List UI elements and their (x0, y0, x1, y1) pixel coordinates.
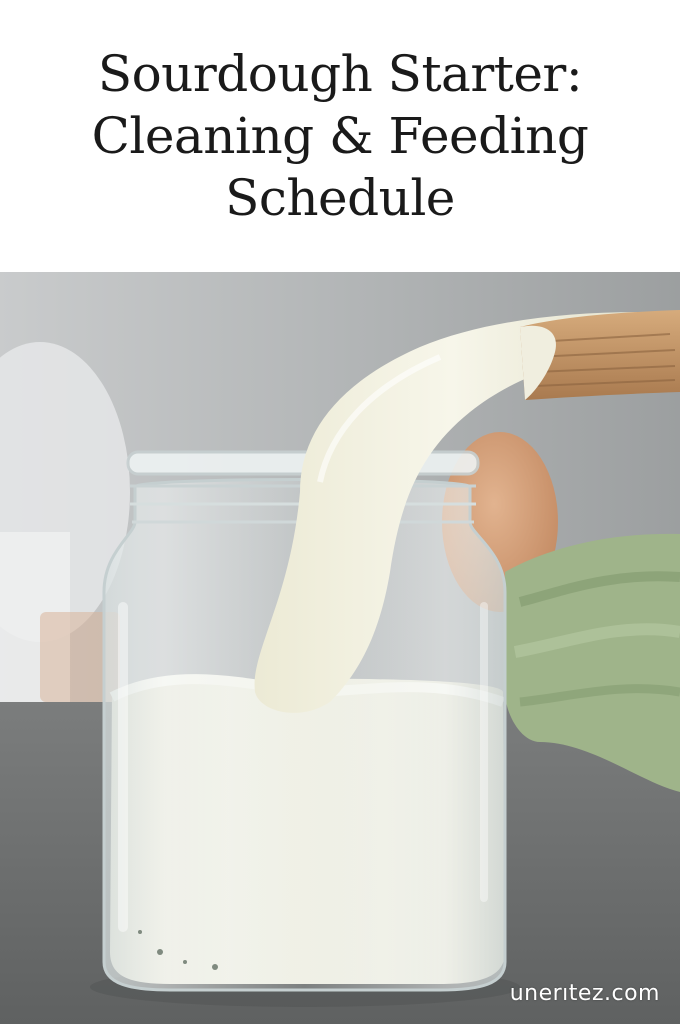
watermark: unerıtez.com (509, 981, 660, 1006)
title-line-2: Cleaning & Feeding (91, 107, 589, 165)
page-title: Sourdough Starter: Cleaning & Feeding Sc… (72, 43, 609, 229)
title-band: Sourdough Starter: Cleaning & Feeding Sc… (0, 0, 680, 272)
hero-photo: unerıtez.com (0, 272, 680, 1024)
starter-jar-illustration (0, 272, 680, 1024)
title-line-1: Sourdough Starter: (97, 45, 583, 103)
title-line-3: Schedule (225, 169, 455, 227)
